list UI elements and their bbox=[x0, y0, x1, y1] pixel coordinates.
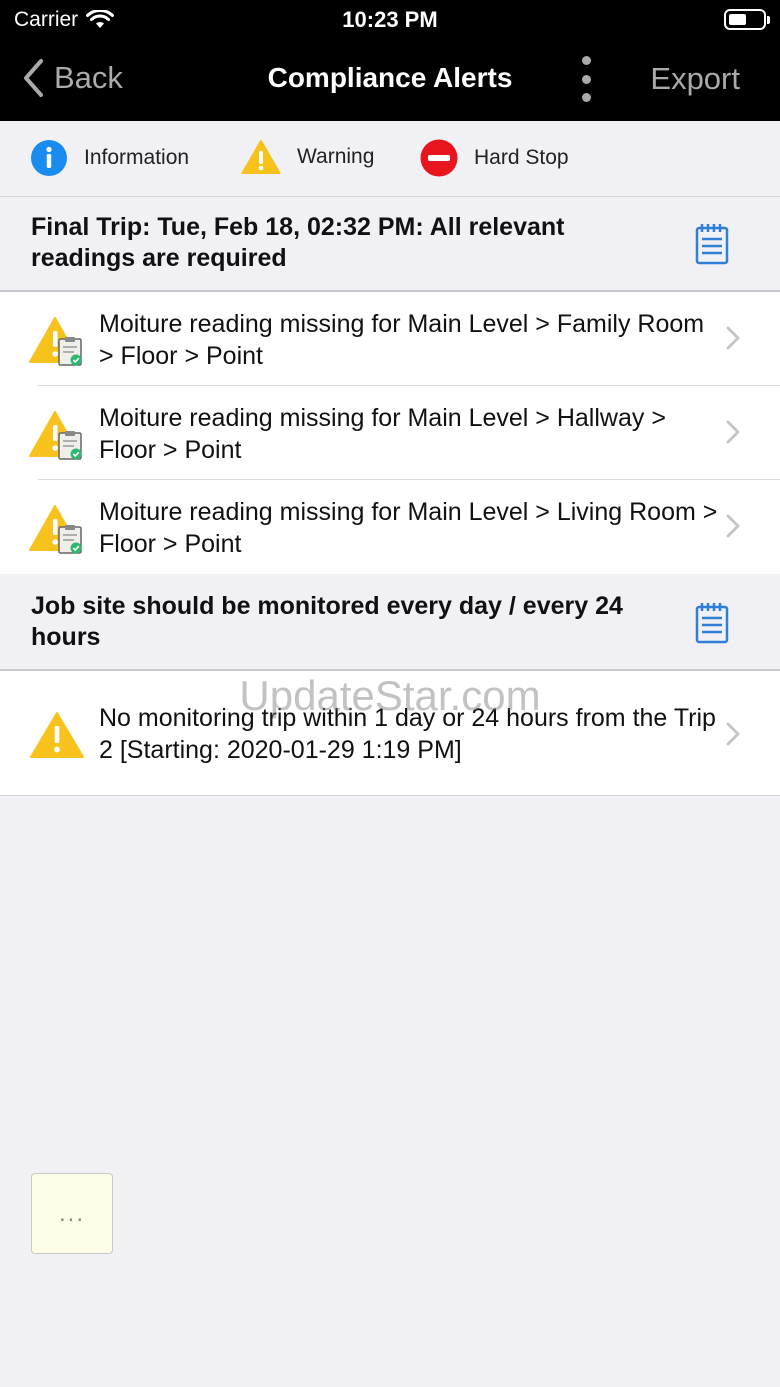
status-bar: Carrier 10:23 PM bbox=[0, 0, 780, 40]
floating-more-button[interactable]: ... bbox=[31, 1173, 113, 1254]
warning-clipboard-icon bbox=[29, 411, 82, 460]
alert-text: Moiture reading missing for Main Level >… bbox=[99, 404, 666, 464]
legend-information: Information bbox=[30, 139, 189, 177]
battery-icon bbox=[724, 9, 770, 30]
section-title: Final Trip: Tue, Feb 18, 02:32 PM: All r… bbox=[31, 213, 565, 272]
legend-label: Information bbox=[84, 146, 190, 169]
legend-hard-stop: Hard Stop bbox=[420, 139, 569, 177]
alert-text: Moiture reading missing for Main Level >… bbox=[99, 310, 705, 370]
alert-text: Moiture reading missing for Main Level >… bbox=[99, 498, 718, 558]
warning-icon bbox=[241, 140, 281, 174]
alert-text: No monitoring trip within 1 day or 24 ho… bbox=[99, 704, 716, 764]
export-button[interactable]: Export bbox=[650, 61, 740, 97]
legend-label: Hard Stop bbox=[474, 146, 569, 169]
chevron-right-icon bbox=[726, 722, 740, 746]
status-time: 10:23 PM bbox=[342, 7, 438, 32]
section-header: Job site should be monitored every day /… bbox=[0, 574, 780, 671]
warning-icon bbox=[30, 712, 84, 758]
section-title: Job site should be monitored every day /… bbox=[31, 592, 623, 651]
warning-clipboard-icon bbox=[29, 317, 82, 366]
legend-warning: Warning bbox=[241, 139, 374, 175]
hard-stop-icon bbox=[420, 139, 458, 177]
alert-row[interactable]: Moiture reading missing for Main Level >… bbox=[0, 292, 780, 386]
alert-row[interactable]: Moiture reading missing for Main Level >… bbox=[0, 386, 780, 480]
more-options-button[interactable] bbox=[579, 56, 593, 102]
chevron-right-icon bbox=[726, 420, 740, 444]
info-icon bbox=[31, 140, 67, 176]
notepad-icon[interactable] bbox=[695, 602, 729, 644]
chevron-right-icon bbox=[726, 514, 740, 538]
legend: Information Warning Hard Stop bbox=[0, 121, 780, 197]
notepad-icon[interactable] bbox=[695, 223, 729, 265]
chevron-right-icon bbox=[726, 326, 740, 350]
alert-row[interactable]: No monitoring trip within 1 day or 24 ho… bbox=[0, 671, 780, 796]
section-header: Final Trip: Tue, Feb 18, 02:32 PM: All r… bbox=[0, 197, 780, 292]
warning-clipboard-icon bbox=[29, 505, 82, 554]
nav-bar: Back Compliance Alerts Export bbox=[0, 40, 780, 121]
alert-row[interactable]: Moiture reading missing for Main Level >… bbox=[0, 480, 780, 574]
legend-label: Warning bbox=[297, 145, 375, 168]
